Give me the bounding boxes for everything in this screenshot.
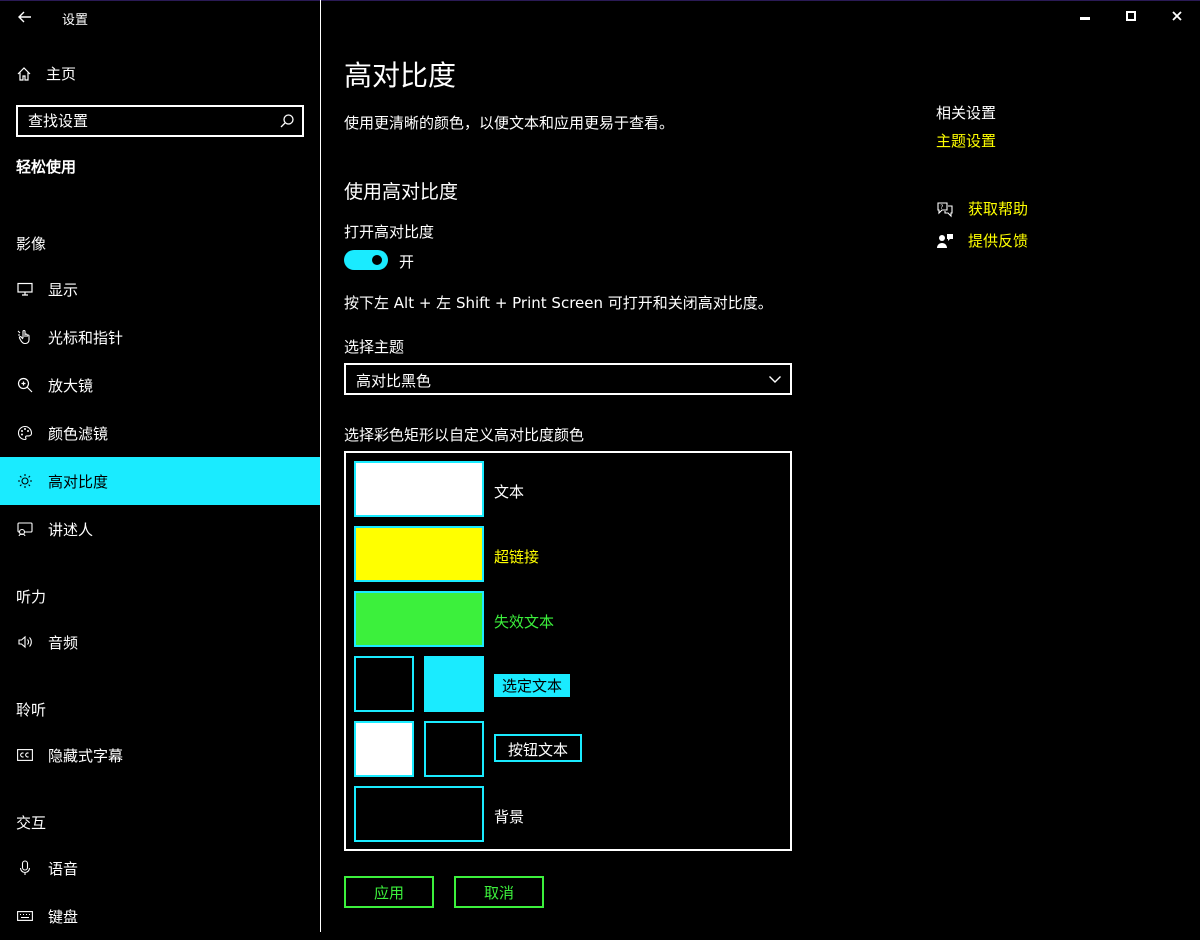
chevron-down-icon	[769, 376, 781, 383]
text-swatch-label: 文本	[494, 483, 525, 501]
sidebar-item-label: 键盘	[48, 907, 79, 926]
color-swatch-panel: 文本 超链接 失效文本 选定文本 按钮文本 背景	[344, 451, 792, 851]
close-icon	[1172, 11, 1182, 21]
sidebar-divider	[320, 0, 321, 932]
back-arrow-icon	[18, 11, 31, 23]
feedback-link[interactable]: 提供反馈	[936, 230, 1028, 251]
background-swatch-label: 背景	[494, 808, 525, 826]
sun-icon	[18, 474, 32, 488]
sidebar-item-label: 语音	[48, 859, 79, 878]
feedback-icon	[937, 233, 953, 248]
sidebar-item-label: 光标和指针	[48, 328, 124, 347]
page-title: 高对比度	[344, 59, 457, 92]
help-chat-icon: ?	[937, 201, 953, 217]
cc-icon	[17, 749, 33, 761]
sidebar-item-speech[interactable]: 语音	[0, 844, 320, 892]
sidebar-item-magnifier[interactable]: 放大镜	[0, 361, 320, 409]
speaker-icon	[18, 635, 32, 649]
disabled-text-color-swatch[interactable]	[354, 591, 484, 647]
search-icon[interactable]	[278, 112, 296, 130]
selected-text-fg-swatch[interactable]	[354, 656, 414, 712]
section-title: 使用高对比度	[344, 181, 459, 203]
category-title: 轻松使用	[16, 158, 77, 176]
minimize-button[interactable]	[1062, 4, 1108, 28]
sidebar-item-high-contrast[interactable]: 高对比度	[0, 457, 320, 505]
related-settings-title: 相关设置	[936, 104, 997, 122]
sidebar-item-narrator[interactable]: 讲述人	[0, 505, 320, 553]
hyperlink-swatch-label: 超链接	[494, 548, 540, 566]
search-input[interactable]	[18, 107, 268, 135]
cancel-button[interactable]: 取消	[454, 876, 544, 908]
narrator-icon	[17, 522, 33, 537]
sidebar-item-label: 讲述人	[48, 520, 94, 539]
feedback-label: 提供反馈	[968, 232, 1029, 250]
sidebar-item-label: 音频	[48, 633, 79, 652]
sidebar-item-captions[interactable]: 隐藏式字幕	[0, 731, 320, 779]
sidebar-item-label: 隐藏式字幕	[48, 746, 124, 765]
get-help-label: 获取帮助	[968, 200, 1029, 218]
sidebar-item-keyboard[interactable]: 键盘	[0, 892, 320, 940]
sidebar-item-home[interactable]: 主页	[16, 63, 76, 84]
palette-icon	[17, 425, 33, 441]
apply-button[interactable]: 应用	[344, 876, 434, 908]
get-help-link[interactable]: ? 获取帮助	[936, 198, 1028, 219]
svg-text:?: ?	[940, 204, 943, 211]
theme-select[interactable]: 高对比黑色	[344, 363, 792, 395]
sidebar: 设置 主页 轻松使用 影像 显示 光标和指针 放大镜 颜色滤镜 高对比度 讲述人…	[0, 1, 320, 932]
search-box[interactable]	[16, 105, 304, 137]
monitor-icon	[17, 282, 33, 296]
cursor-hand-icon	[17, 329, 30, 345]
microphone-icon	[19, 860, 31, 875]
sidebar-item-label: 放大镜	[48, 376, 94, 395]
hyperlink-color-swatch[interactable]	[354, 526, 484, 582]
maximize-icon	[1126, 11, 1136, 21]
button-text-fg-swatch[interactable]	[354, 721, 414, 777]
disabled-text-swatch-label: 失效文本	[494, 613, 555, 631]
shortcut-hint: 按下左 Alt + 左 Shift + Print Screen 可打开和关闭高…	[344, 294, 773, 312]
colors-label: 选择彩色矩形以自定义高对比度颜色	[344, 426, 585, 444]
app-title: 设置	[62, 13, 89, 28]
close-button[interactable]	[1154, 4, 1200, 28]
toggle-state-text: 开	[399, 253, 415, 271]
sidebar-item-color-filters[interactable]: 颜色滤镜	[0, 409, 320, 457]
theme-label: 选择主题	[344, 338, 405, 356]
minimize-icon	[1080, 17, 1090, 20]
group-title-hearing: 听力	[16, 588, 47, 606]
back-button[interactable]	[14, 7, 36, 27]
selected-text-bg-swatch[interactable]	[424, 656, 484, 712]
home-label: 主页	[46, 65, 77, 83]
home-icon	[17, 66, 31, 81]
text-color-swatch[interactable]	[354, 461, 484, 517]
keyboard-icon	[17, 911, 33, 921]
sidebar-item-audio[interactable]: 音频	[0, 618, 320, 666]
sidebar-item-label: 颜色滤镜	[48, 424, 109, 443]
page-description: 使用更清晰的颜色，以便文本和应用更易于查看。	[344, 114, 675, 132]
button-text-bg-swatch[interactable]	[424, 721, 484, 777]
sidebar-item-cursor[interactable]: 光标和指针	[0, 313, 320, 361]
theme-select-value: 高对比黑色	[356, 372, 432, 390]
theme-settings-link[interactable]: 主题设置	[936, 130, 996, 151]
group-title-listening: 聆听	[16, 701, 47, 719]
selected-text-swatch-label: 选定文本	[494, 674, 571, 697]
magnifier-icon	[17, 377, 33, 393]
group-title-vision: 影像	[16, 235, 47, 253]
sidebar-item-label: 高对比度	[48, 472, 109, 491]
sidebar-item-display[interactable]: 显示	[0, 265, 320, 313]
sidebar-item-label: 显示	[48, 280, 79, 299]
maximize-button[interactable]	[1108, 4, 1154, 28]
toggle-knob	[372, 255, 382, 265]
button-text-swatch-label: 按钮文本	[494, 734, 583, 762]
group-title-interaction: 交互	[16, 814, 47, 832]
background-color-swatch[interactable]	[354, 786, 484, 842]
high-contrast-toggle[interactable]	[344, 250, 388, 270]
toggle-label: 打开高对比度	[344, 223, 435, 241]
